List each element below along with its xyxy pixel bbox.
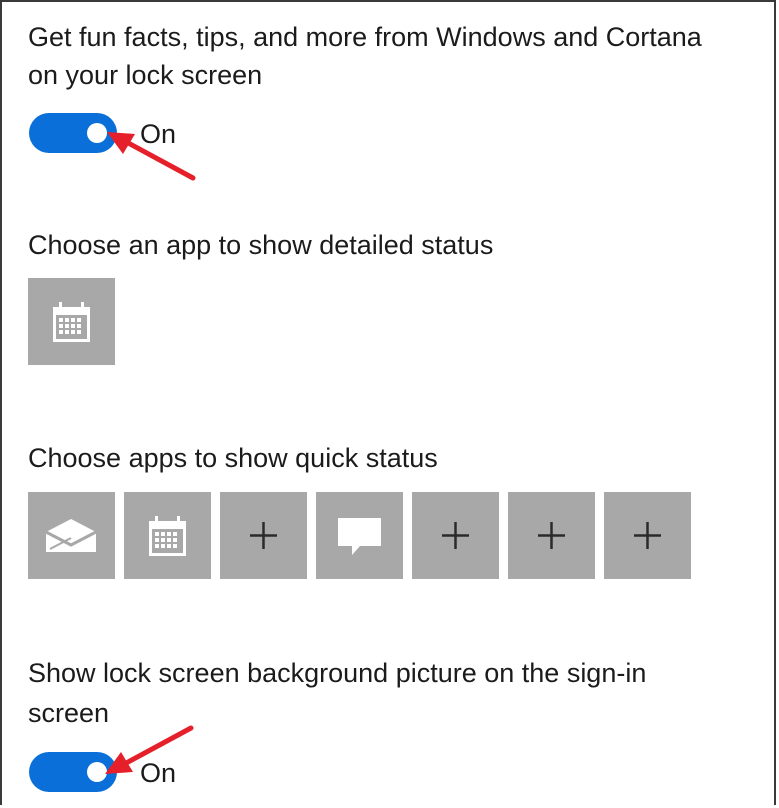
background-setting-label-line1: Show lock screen background picture on t… [28, 658, 647, 688]
calendar-icon [149, 516, 186, 556]
calendar-icon [53, 302, 90, 342]
plus-icon [442, 522, 469, 549]
plus-icon [634, 522, 661, 549]
quick-status-tile-add-1[interactable] [220, 492, 307, 579]
mail-icon [45, 519, 97, 552]
quick-status-tile-mail[interactable] [28, 492, 115, 579]
tips-setting-label-line1: Get fun facts, tips, and more from Windo… [28, 22, 702, 52]
quick-status-tile-calendar[interactable] [124, 492, 211, 579]
detailed-status-heading: Choose an app to show detailed status [28, 230, 494, 260]
quick-status-tile-add-4[interactable] [604, 492, 691, 579]
chat-icon [338, 518, 381, 555]
background-toggle-switch[interactable] [29, 752, 117, 792]
detailed-status-app-tile[interactable] [28, 278, 115, 365]
toggle-knob [87, 123, 107, 143]
plus-icon [250, 522, 277, 549]
settings-panel: Get fun facts, tips, and more from Windo… [0, 0, 776, 805]
background-setting-label-line2: screen [28, 698, 110, 728]
quick-status-tile-chat[interactable] [316, 492, 403, 579]
tips-setting-label-line2: on your lock screen [28, 60, 263, 90]
quick-status-tile-add-2[interactable] [412, 492, 499, 579]
tips-toggle-switch[interactable] [29, 113, 117, 153]
background-toggle-state: On [140, 758, 177, 788]
tips-toggle-state: On [140, 119, 177, 149]
quick-status-tile-add-3[interactable] [508, 492, 595, 579]
quick-status-heading: Choose apps to show quick status [28, 443, 438, 473]
plus-icon [538, 522, 565, 549]
toggle-knob [87, 762, 107, 782]
